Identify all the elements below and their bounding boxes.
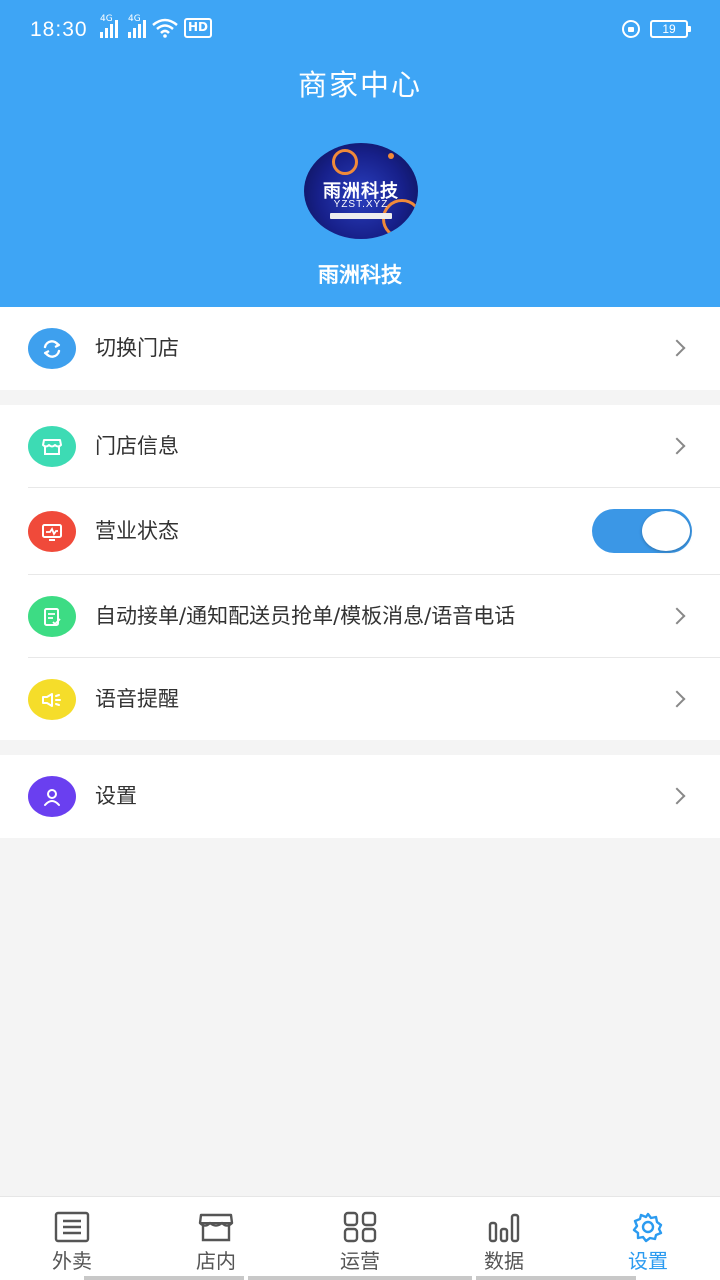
- menu-item-settings[interactable]: 设置: [0, 755, 720, 838]
- tab-label: 设置: [628, 1249, 668, 1273]
- signal-icon: 4G: [128, 14, 146, 38]
- voice-reminder-icon: [28, 679, 76, 720]
- logo-ring-decoration: [332, 149, 358, 175]
- tab-takeout[interactable]: 外卖: [0, 1197, 144, 1280]
- takeout-icon: [54, 1211, 90, 1243]
- sim1-label: 4G: [100, 14, 113, 24]
- store-info-icon: [28, 426, 76, 467]
- status-time: 18:30: [30, 18, 88, 41]
- tab-label: 数据: [484, 1249, 524, 1273]
- tab-label: 外卖: [52, 1249, 92, 1273]
- logo-dot-decoration: [388, 153, 394, 159]
- tab-operations[interactable]: 运营: [288, 1197, 432, 1280]
- store-icon: [198, 1213, 234, 1242]
- home-indicator: [84, 1276, 244, 1280]
- signal-icon: 4G: [100, 14, 118, 38]
- status-bar: 18:30 4G 4G HD 19: [0, 0, 720, 60]
- home-indicator: [248, 1276, 472, 1280]
- menu-group-store: 门店信息 营业状态 自动接单/通知配送员抢单/模板消息/语音电话 语音提醒: [0, 405, 720, 740]
- status-icons: 4G 4G HD: [100, 14, 213, 38]
- switch-store-icon: [28, 328, 76, 369]
- bottom-tab-bar: 外卖 店内 运营 数据 设置: [0, 1196, 720, 1280]
- tab-settings[interactable]: 设置: [576, 1197, 720, 1280]
- menu-item-store-info[interactable]: 门店信息: [0, 405, 720, 488]
- logo-banner: [330, 213, 392, 219]
- menu-group-store-switch: 切换门店: [0, 307, 720, 390]
- menu-item-voice-reminder[interactable]: 语音提醒: [0, 658, 720, 741]
- tab-label: 运营: [340, 1249, 380, 1273]
- menu-item-label: 营业状态: [95, 519, 179, 543]
- chevron-right-icon: [668, 437, 686, 455]
- menu-item-label: 语音提醒: [95, 687, 179, 711]
- chevron-right-icon: [668, 607, 686, 625]
- logo-subtext: YZST.XYZ: [333, 199, 389, 210]
- chevron-right-icon: [668, 690, 686, 708]
- store-name: 雨洲科技: [318, 263, 402, 287]
- business-status-toggle[interactable]: [592, 509, 692, 553]
- menu-item-label: 门店信息: [95, 434, 179, 458]
- battery-icon: 19: [650, 20, 691, 38]
- menu-item-label: 切换门店: [95, 336, 179, 360]
- grid-icon: [343, 1211, 377, 1243]
- menu-item-switch-store[interactable]: 切换门店: [0, 307, 720, 390]
- hd-icon: HD: [184, 18, 213, 38]
- status-right: 19: [622, 20, 691, 38]
- gear-icon: [632, 1212, 663, 1243]
- user-settings-icon: [28, 776, 76, 817]
- auto-order-icon: [28, 596, 76, 637]
- tab-label: 店内: [196, 1249, 236, 1273]
- chevron-right-icon: [668, 339, 686, 357]
- business-status-icon: [28, 511, 76, 552]
- menu-item-auto-order[interactable]: 自动接单/通知配送员抢单/模板消息/语音电话: [0, 575, 720, 658]
- chevron-right-icon: [668, 787, 686, 805]
- store-logo[interactable]: 雨洲科技 YZST.XYZ: [304, 143, 418, 239]
- toggle-knob: [642, 511, 690, 551]
- menu-item-label: 设置: [95, 784, 137, 808]
- menu-group-settings: 设置: [0, 755, 720, 838]
- sim2-label: 4G: [128, 14, 141, 24]
- page-title: 商家中心: [297, 68, 422, 102]
- menu-item-label: 自动接单/通知配送员抢单/模板消息/语音电话: [95, 604, 516, 628]
- header: 18:30 4G 4G HD 19 商家中心 雨洲科技 YZST.XYZ 雨洲科…: [0, 0, 720, 307]
- home-indicator: [476, 1276, 636, 1280]
- wifi-icon: [152, 18, 178, 38]
- tab-store[interactable]: 店内: [144, 1197, 288, 1280]
- rotation-lock-icon: [622, 20, 640, 38]
- menu-item-business-status: 营业状态: [0, 488, 720, 575]
- bar-chart-icon: [488, 1213, 520, 1243]
- tab-data[interactable]: 数据: [432, 1197, 576, 1280]
